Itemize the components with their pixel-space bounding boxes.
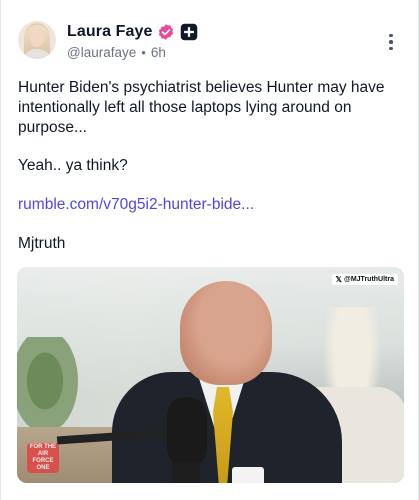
post-text-paragraph-1: Hunter Biden's psychiatrist believes Hun… <box>18 79 385 136</box>
plus-badge-icon <box>181 23 198 41</box>
more-vertical-icon[interactable] <box>381 30 401 54</box>
channel-logo-subtext: FOR THE <box>29 444 57 450</box>
coffee-mug <box>232 467 264 483</box>
verified-check-icon <box>159 24 174 40</box>
microphone <box>167 397 207 467</box>
avatar-face <box>30 30 44 47</box>
author-display-name[interactable]: Laura Faye <box>67 23 152 41</box>
microphone-base <box>172 462 200 483</box>
author-meta-row: @laurafaye • 6h <box>67 43 166 61</box>
post-card: Laura Faye @laurafaye • 6h Hunter Biden'… <box>0 0 419 500</box>
speaker-head <box>180 281 272 385</box>
meta-separator: • <box>141 44 146 60</box>
channel-logo: FOR THE AIR FORCE ONE <box>27 443 59 473</box>
post-link[interactable]: rumble.com/v70g5i2-hunter-bide... <box>18 195 254 215</box>
author-handle[interactable]: @laurafaye <box>67 45 136 60</box>
video-watermark: 𝕏 @MJTruthUltra <box>331 274 398 285</box>
post-text-paragraph-3: Mjtruth <box>18 235 66 252</box>
post-text-paragraph-2: Yeah.. ya think? <box>18 157 128 174</box>
author-name-row: Laura Faye <box>67 21 198 43</box>
avatar[interactable] <box>18 21 56 59</box>
x-logo-icon: 𝕏 <box>335 275 342 284</box>
watermark-text: @MJTruthUltra <box>344 276 394 283</box>
post-timestamp[interactable]: 6h <box>151 45 166 60</box>
video-thumbnail[interactable]: 𝕏 @MJTruthUltra FOR THE AIR FORCE ONE <box>17 267 404 483</box>
channel-logo-text: AIR FORCE ONE <box>32 451 54 471</box>
